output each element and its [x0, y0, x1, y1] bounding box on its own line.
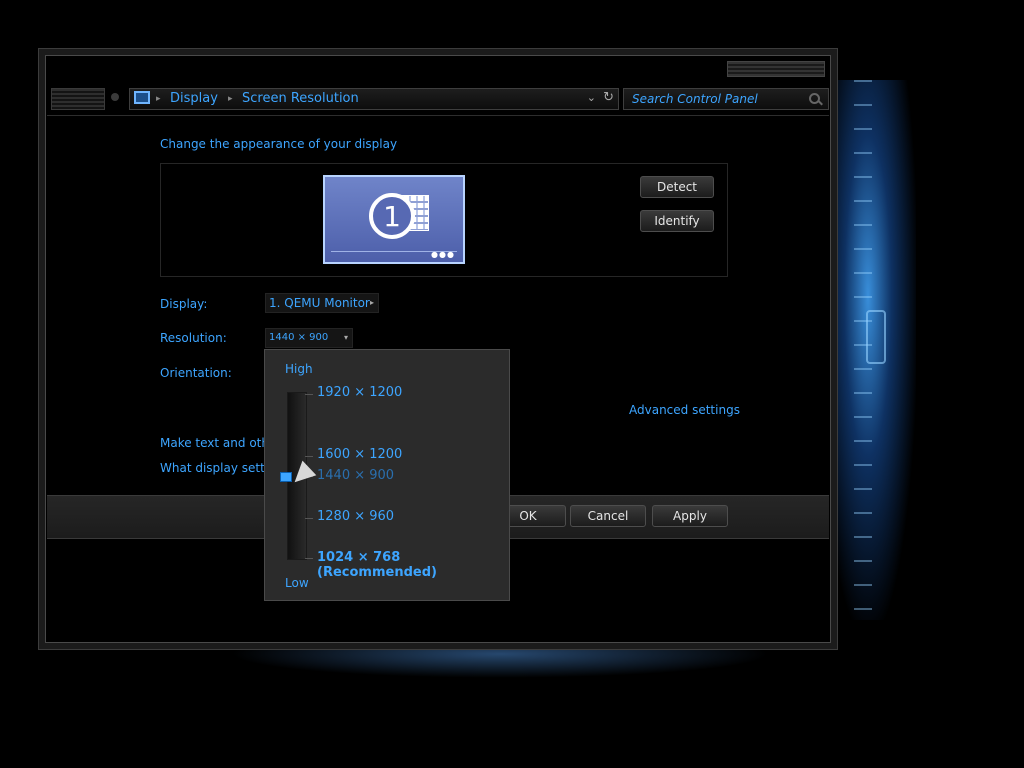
- resolution-low-label: Low: [285, 576, 309, 590]
- display-select-value: 1. QEMU Monitor: [269, 296, 370, 310]
- resolution-option[interactable]: 1920 × 1200: [317, 385, 402, 400]
- breadcrumb-display[interactable]: Display: [170, 91, 218, 106]
- address-dropdown-icon[interactable]: ⌄: [587, 91, 596, 104]
- breadcrumb-separator-icon[interactable]: ▸: [228, 94, 233, 104]
- slider-tick: [305, 558, 313, 559]
- apply-button[interactable]: Apply: [652, 505, 728, 527]
- monitor-1-preview[interactable]: 1 ●●●: [323, 175, 465, 264]
- display-monitor-icon: [134, 91, 150, 104]
- resolution-slider-thumb[interactable]: [280, 472, 292, 482]
- window-caption-grip[interactable]: [727, 61, 825, 77]
- monitor-number-badge: 1: [369, 193, 415, 239]
- resolution-option[interactable]: 1280 × 960: [317, 509, 394, 524]
- page-heading: Change the appearance of your display: [160, 137, 398, 151]
- cancel-button[interactable]: Cancel: [570, 505, 646, 527]
- search-input[interactable]: [630, 91, 804, 107]
- display-select[interactable]: 1. QEMU Monitor ▸: [265, 293, 379, 313]
- search-box[interactable]: [623, 88, 829, 110]
- tray-dots-icon: ●●●: [431, 250, 455, 259]
- resolution-high-label: High: [285, 362, 313, 376]
- monitor-arrangement-area: 1 ●●● Detect Identify: [160, 163, 728, 277]
- breadcrumb-screen-resolution[interactable]: Screen Resolution: [242, 91, 359, 106]
- navigation-bar: ▸ Display ▸ Screen Resolution ⌄ ↻: [47, 87, 829, 110]
- identify-button[interactable]: Identify: [640, 210, 714, 232]
- slider-tick: [305, 456, 313, 457]
- refresh-icon[interactable]: ↻: [603, 90, 614, 105]
- resolution-select[interactable]: 1440 × 900 ▾: [265, 328, 353, 348]
- divider: [47, 115, 829, 116]
- wallpaper-glow: [836, 80, 916, 620]
- resolution-option[interactable]: 1600 × 1200: [317, 447, 402, 462]
- recent-pages-icon[interactable]: [111, 93, 119, 101]
- orientation-label: Orientation:: [160, 366, 232, 380]
- address-bar[interactable]: ▸ Display ▸ Screen Resolution ⌄ ↻: [129, 88, 619, 110]
- dropdown-arrow-icon: ▸: [369, 298, 374, 307]
- display-label: Display:: [160, 297, 208, 311]
- detect-button[interactable]: Detect: [640, 176, 714, 198]
- breadcrumb-separator-icon[interactable]: ▸: [156, 94, 161, 104]
- resolution-select-value: 1440 × 900: [269, 332, 329, 343]
- back-forward-buttons[interactable]: [51, 88, 105, 110]
- resolution-option-selected[interactable]: 1440 × 900: [317, 468, 394, 483]
- resolution-option-recommended[interactable]: 1024 × 768 (Recommended): [317, 550, 509, 580]
- search-icon[interactable]: [809, 93, 820, 104]
- dropdown-arrow-icon: ▾: [343, 333, 348, 342]
- slider-tick: [305, 394, 313, 395]
- slider-tick: [305, 518, 313, 519]
- resolution-label: Resolution:: [160, 331, 227, 345]
- wallpaper-reflection: [230, 648, 770, 678]
- advanced-settings-link[interactable]: Advanced settings: [629, 403, 740, 417]
